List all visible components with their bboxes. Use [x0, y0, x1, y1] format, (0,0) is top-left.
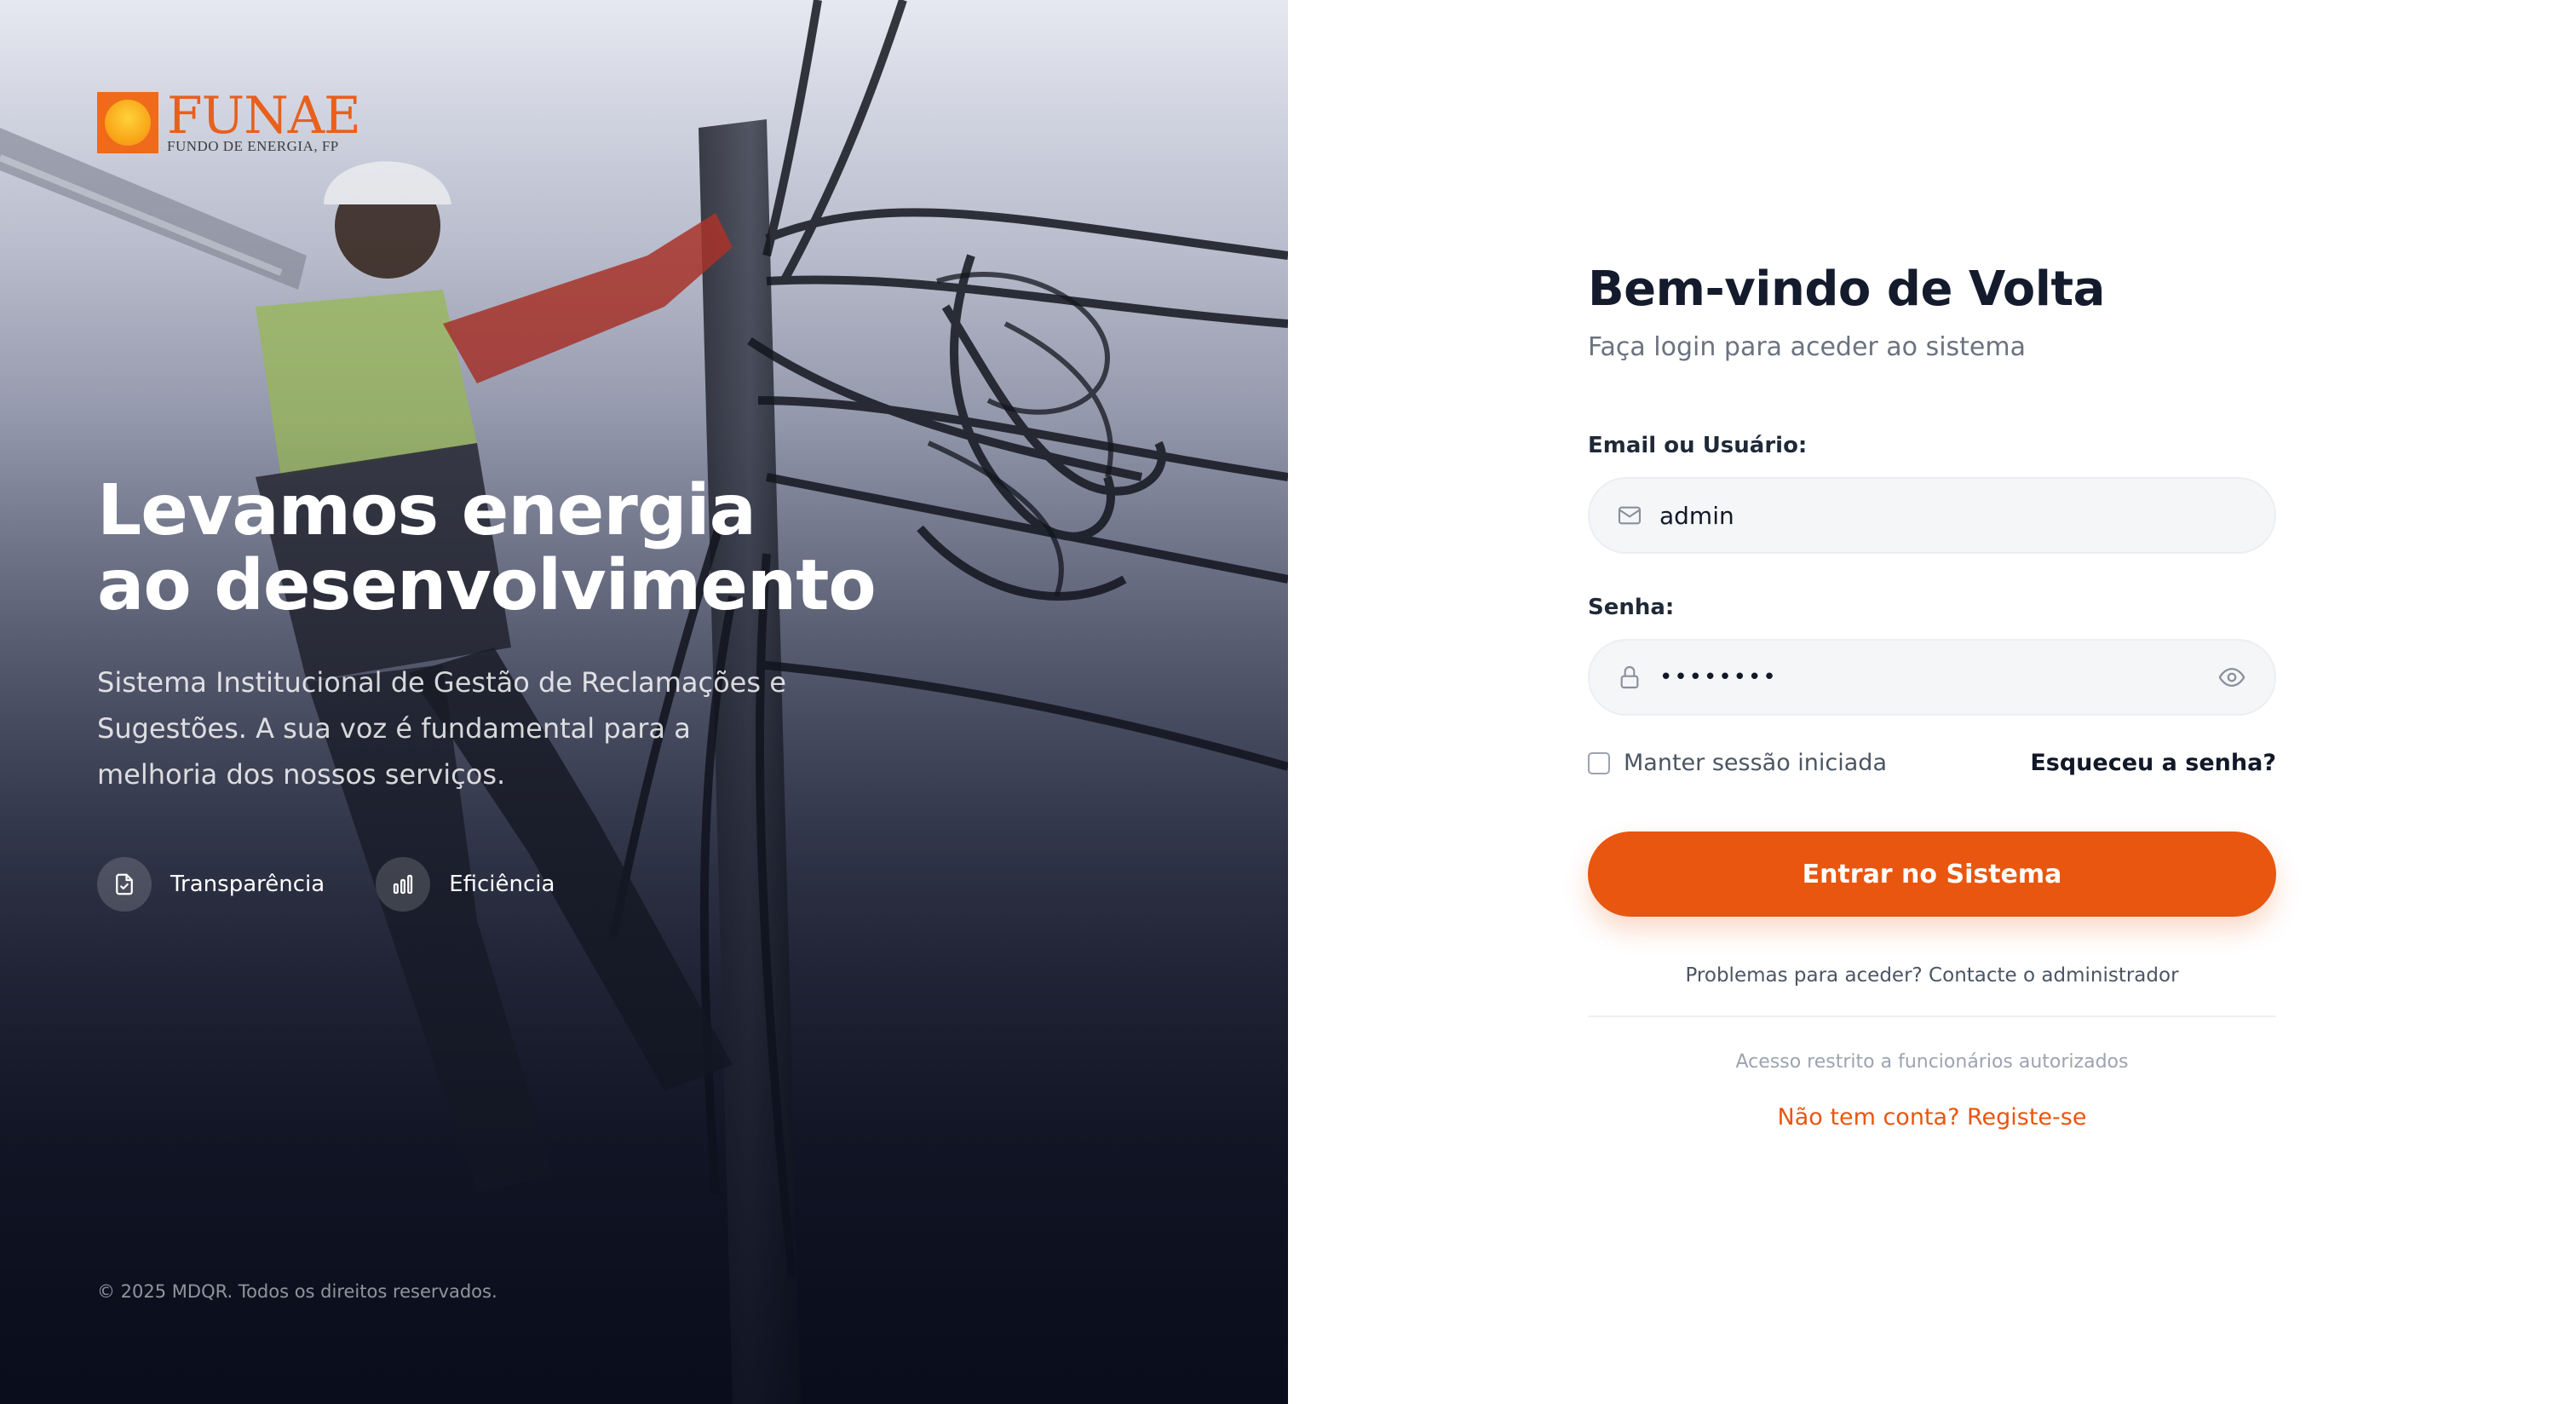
- email-label: Email ou Usuário:: [1588, 433, 1808, 458]
- eye-icon[interactable]: [2215, 660, 2249, 694]
- password-label: Senha:: [1588, 595, 1675, 620]
- password-field[interactable]: ••••••••: [1588, 639, 2276, 716]
- bar-chart-icon: [376, 857, 431, 912]
- email-input[interactable]: [1659, 501, 2274, 530]
- logo-subtitle: FUNDO DE ENERGIA, FP: [167, 138, 339, 154]
- copyright-text: © 2025 MDQR. Todos os direitos reservado…: [97, 1281, 497, 1302]
- feature-label-efficiency: Eficiência: [449, 872, 555, 897]
- document-check-icon: [97, 857, 152, 912]
- remember-checkbox[interactable]: [1588, 751, 1610, 774]
- feature-efficiency: Eficiência: [376, 857, 555, 912]
- hero-panel: FUNAE FUNDO DE ENERGIA, FP Levamos energ…: [0, 0, 1288, 1404]
- mail-icon: [1615, 501, 1644, 530]
- sun-logo-icon: [97, 92, 158, 153]
- funae-logo: FUNAE FUNDO DE ENERGIA, FP: [97, 86, 361, 155]
- hero-title-line2: ao desenvolvimento: [97, 545, 877, 626]
- register-link[interactable]: Não tem conta? Registe-se: [1778, 1104, 2087, 1131]
- help-text: Problemas para aceder? Contacte o admini…: [1685, 964, 2179, 987]
- logo-name: FUNAE: [167, 86, 361, 146]
- forgot-password-link[interactable]: Esqueceu a senha?: [2030, 750, 2276, 776]
- hero-description: Sistema Institucional de Gestão de Recla…: [97, 666, 786, 791]
- login-subtitle: Faça login para aceder ao sistema: [1588, 332, 2026, 362]
- feature-label-transparency: Transparência: [170, 872, 325, 897]
- register-row: Não tem conta? Registe-se: [1588, 1104, 2276, 1131]
- login-button[interactable]: Entrar no Sistema: [1588, 831, 2276, 917]
- feature-transparency: Transparência: [97, 857, 325, 912]
- form-options-row: Manter sessão iniciada Esqueceu a senha?: [1588, 750, 2276, 776]
- restricted-access-text: Acesso restrito a funcionários autorizad…: [1735, 1051, 2129, 1073]
- login-panel: Bem-vindo de Volta Faça login para acede…: [1288, 0, 2576, 1404]
- password-input[interactable]: ••••••••: [1659, 665, 2215, 690]
- login-title: Bem-vindo de Volta: [1588, 262, 2105, 317]
- hero-title-line1: Levamos energia: [97, 470, 756, 551]
- hero-title: Levamos energia ao desenvolvimento: [97, 474, 1034, 624]
- email-field[interactable]: [1588, 477, 2276, 554]
- feature-list: Transparência Eficiência: [97, 857, 555, 912]
- divider: [1588, 1016, 2276, 1017]
- remember-me[interactable]: Manter sessão iniciada: [1588, 750, 1887, 776]
- login-form: Bem-vindo de Volta Faça login para acede…: [1588, 256, 2276, 1131]
- remember-label: Manter sessão iniciada: [1624, 750, 1887, 776]
- lock-icon: [1615, 663, 1644, 692]
